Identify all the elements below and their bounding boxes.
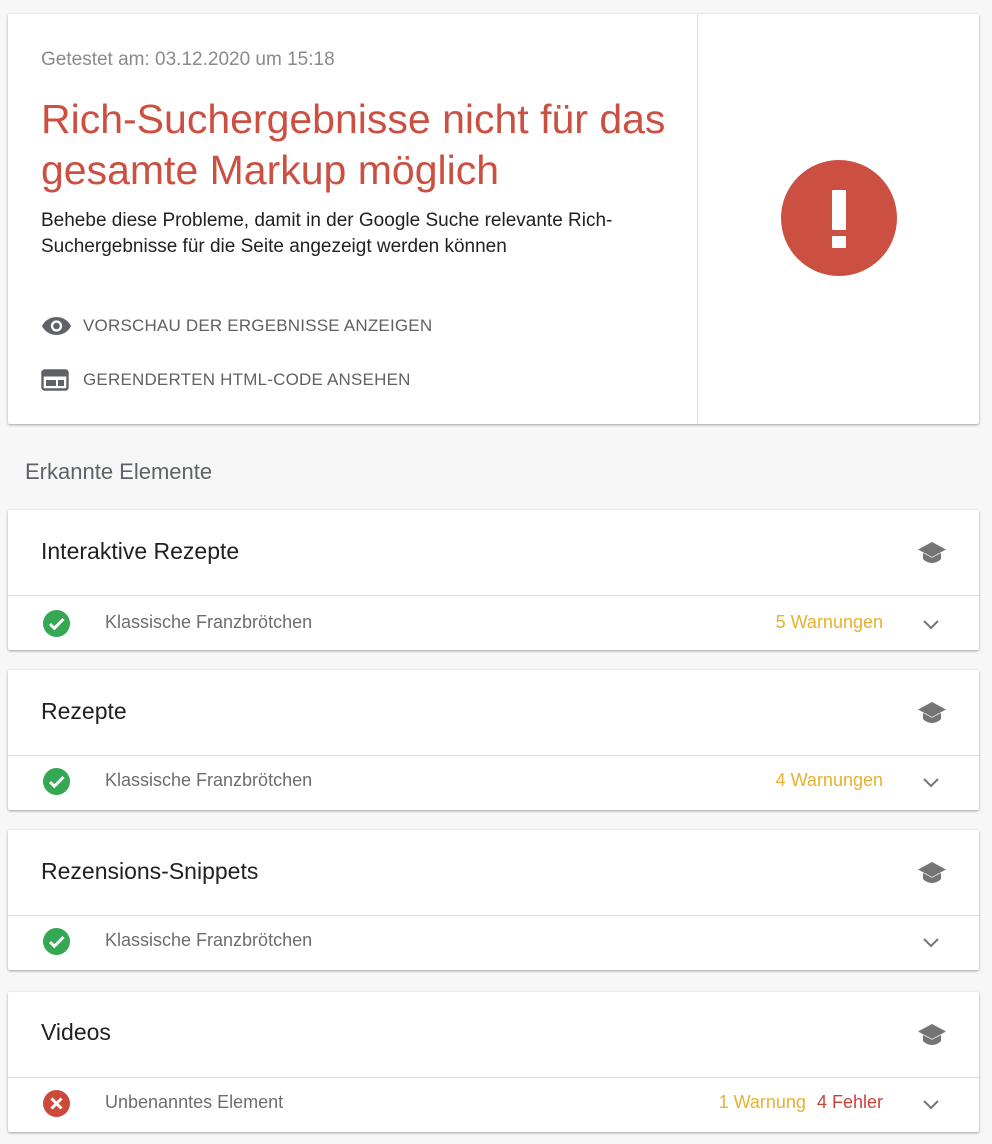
element-card-recipes: Rezepte Klassische Franzbrötchen 4 Warnu… [8,670,979,810]
element-card-header: Rezensions-Snippets [8,830,979,916]
result-description: Behebe diese Probleme, damit in der Goog… [41,210,613,257]
warning-count: 5 Warnungen [775,612,883,632]
view-rendered-html-label: GERENDERTEN HTML-CODE ANSEHEN [83,370,411,389]
element-name: Klassische Franzbrötchen [105,770,313,790]
element-row[interactable]: Klassische Franzbrötchen 5 Warnungen [8,596,979,650]
preview-results-button[interactable]: VORSCHAU DER ERGEBNISSE ANZEIGEN [41,312,432,340]
chevron-down-icon[interactable] [921,614,941,634]
learn-more-graduation-cap-icon[interactable] [917,1023,947,1047]
status-panel [698,14,979,424]
element-type-title: Rezensions-Snippets [41,858,259,884]
element-card-videos: Videos Unbenanntes Element 1 Warnung 4 F… [8,992,979,1132]
warning-count: 4 Warnungen [775,770,883,790]
element-card-header: Interaktive Rezepte [8,510,979,596]
eye-icon [41,312,72,340]
chevron-down-icon[interactable] [921,772,941,792]
invalid-error-icon [43,1090,70,1117]
element-card-header: Videos [8,992,979,1078]
learn-more-graduation-cap-icon[interactable] [917,701,947,725]
issue-counts: 5 Warnungen [776,612,883,633]
learn-more-graduation-cap-icon[interactable] [917,541,947,565]
detected-elements-heading: Erkannte Elemente [25,459,213,484]
view-rendered-html-button[interactable]: GERENDERTEN HTML-CODE ANSEHEN [41,366,411,394]
warning-count: 1 Warnung [718,1092,806,1112]
chevron-down-icon[interactable] [921,932,941,952]
element-name: Klassische Franzbrötchen [105,612,313,632]
error-count: 4 Fehler [816,1092,883,1112]
valid-check-icon [43,768,70,795]
element-type-title: Rezepte [41,698,127,724]
element-type-title: Videos [41,1019,111,1045]
preview-results-label: VORSCHAU DER ERGEBNISSE ANZEIGEN [83,316,433,335]
html-code-icon [41,366,72,394]
valid-check-icon [43,610,70,637]
element-card-review-snippets: Rezensions-Snippets Klassische Franzbröt… [8,830,979,970]
issue-counts: 1 Warnung 4 Fehler [719,1092,883,1113]
result-headline: Rich-Suchergebnisse nicht für das gesamt… [41,96,666,193]
element-type-title: Interaktive Rezepte [41,538,240,564]
element-name: Klassische Franzbrötchen [105,930,313,950]
element-name: Unbenanntes Element [105,1092,284,1112]
element-row[interactable]: Klassische Franzbrötchen 4 Warnungen [8,756,979,810]
issue-counts: 4 Warnungen [776,770,883,791]
test-summary-card: Getestet am: 03.12.2020 um 15:18 Rich-Su… [8,14,979,424]
element-card-interactive-recipes: Interaktive Rezepte Klassische Franzbröt… [8,510,979,650]
element-row[interactable]: Klassische Franzbrötchen [8,916,979,970]
chevron-down-icon[interactable] [921,1094,941,1114]
element-card-header: Rezepte [8,670,979,756]
tested-timestamp: Getestet am: 03.12.2020 um 15:18 [41,49,335,70]
valid-check-icon [43,928,70,955]
summary-content: Getestet am: 03.12.2020 um 15:18 Rich-Su… [8,14,697,424]
error-exclamation-icon [781,160,897,276]
learn-more-graduation-cap-icon[interactable] [917,861,947,885]
element-row[interactable]: Unbenanntes Element 1 Warnung 4 Fehler [8,1078,979,1132]
